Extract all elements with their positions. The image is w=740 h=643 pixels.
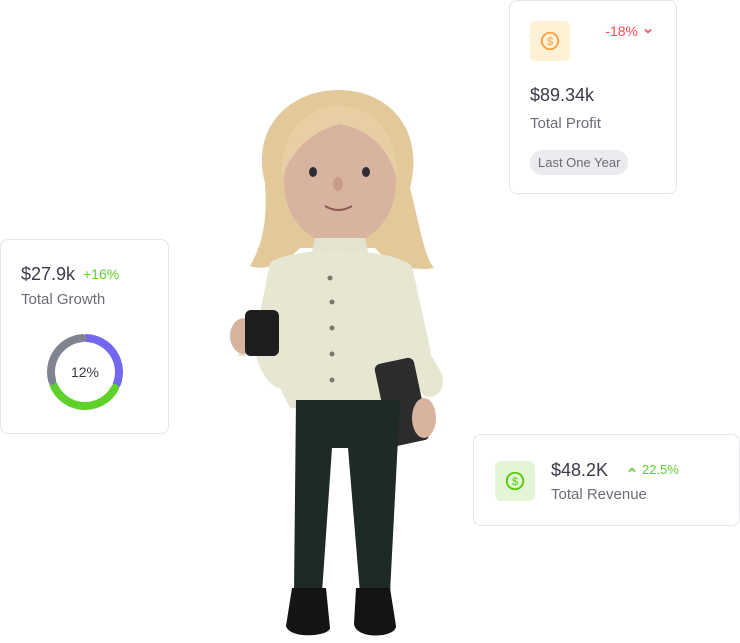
total-revenue-card: $ $48.2K 22.5% Total Revenue [473,434,740,526]
growth-donut-label: 12% [70,364,100,380]
chevron-up-icon [628,466,636,472]
svg-text:$: $ [512,476,518,488]
growth-change: +16% [83,266,120,282]
chevron-down-icon [644,28,652,34]
revenue-change-badge: 22.5% [626,462,679,477]
revenue-label: Total Revenue [551,486,647,503]
profit-amount: $89.34k [530,85,595,105]
svg-text:$: $ [547,36,553,48]
profit-change-value: -18% [605,23,638,39]
dollar-coin-icon: $ [495,461,535,501]
profit-label: Total Profit [530,115,601,132]
profit-change-badge: -18% [605,23,654,39]
total-profit-card: $ -18% $89.34k Total Profit Last One Yea… [509,0,677,194]
dollar-coin-icon: $ [530,21,570,61]
character-illustration [230,90,443,636]
growth-label: Total Growth [21,291,106,308]
revenue-change-value: 22.5% [642,462,679,477]
growth-amount: $27.9k [21,264,76,284]
total-growth-card: $27.9k +16% Total Growth 12% [0,239,169,434]
period-chip[interactable]: Last One Year [530,150,629,175]
revenue-amount: $48.2K [551,460,609,480]
